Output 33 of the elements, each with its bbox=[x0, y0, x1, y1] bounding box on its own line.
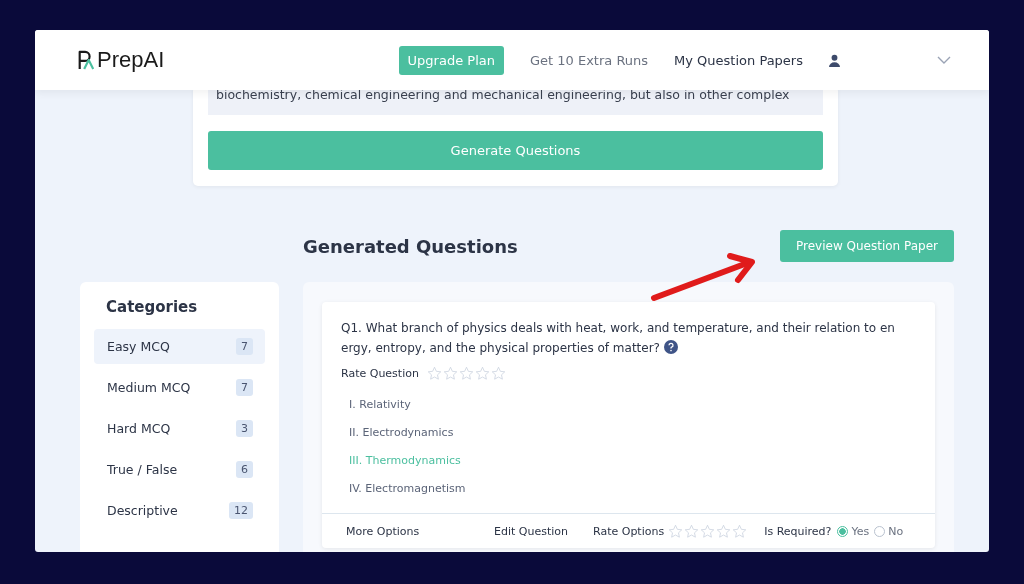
count-badge: 3 bbox=[236, 420, 253, 437]
user-icon[interactable] bbox=[829, 53, 840, 67]
panel-title: Categories bbox=[105, 298, 199, 316]
chevron-down-icon[interactable] bbox=[937, 56, 951, 64]
answer-option: II. Electrodynamics bbox=[341, 419, 916, 447]
edit-question-link[interactable]: Edit Question bbox=[494, 524, 593, 538]
category-item[interactable]: Easy MCQ 7 bbox=[94, 329, 265, 364]
radio-option[interactable]: No bbox=[874, 524, 904, 538]
category-item[interactable]: Medium MCQ 7 bbox=[94, 370, 265, 405]
star-rating[interactable] bbox=[668, 523, 748, 539]
count-badge: 7 bbox=[236, 379, 253, 396]
logo-text: PrepAI bbox=[97, 47, 165, 73]
rate-label: Rate Options bbox=[593, 524, 665, 538]
help-icon[interactable] bbox=[663, 340, 678, 354]
required-label: Is Required? bbox=[764, 524, 832, 538]
nav-link[interactable]: Get 10 Extra Runs bbox=[529, 52, 649, 68]
rate-label: Rate Question bbox=[341, 367, 419, 380]
answer-option: IV. Electromagnetism bbox=[341, 475, 916, 503]
count-badge: 7 bbox=[236, 338, 253, 355]
nav-link[interactable]: My Question Papers bbox=[674, 52, 803, 68]
section-title: Generated Questions bbox=[303, 235, 518, 257]
category-item[interactable]: Descriptive 12 bbox=[94, 493, 265, 528]
radio-option[interactable]: Yes bbox=[837, 524, 870, 538]
answer-option: III. Thermodynamics bbox=[341, 447, 916, 475]
category-item[interactable]: Hard MCQ 3 bbox=[94, 411, 265, 446]
count-badge: 12 bbox=[229, 502, 253, 519]
count-badge: 6 bbox=[236, 461, 253, 478]
more-options-link[interactable]: More Options bbox=[346, 524, 494, 538]
logo-icon bbox=[77, 49, 95, 71]
star-rating[interactable] bbox=[426, 366, 506, 381]
category-item[interactable]: True / False 6 bbox=[94, 452, 265, 487]
answer-option: I. Relativity bbox=[341, 391, 916, 419]
question-text: Q1. What branch of physics deals with heat, work, and temperature, and their relation to en ergy, entropy, and the physical properties of matter? bbox=[341, 320, 896, 357]
